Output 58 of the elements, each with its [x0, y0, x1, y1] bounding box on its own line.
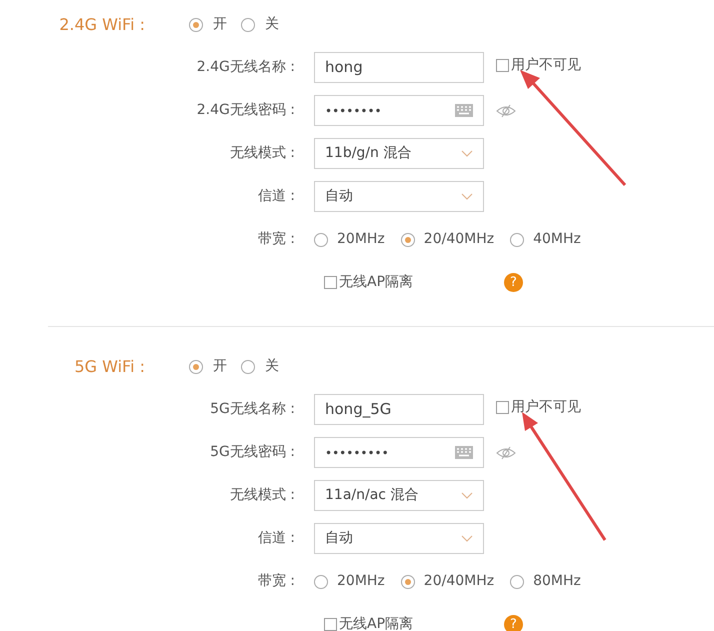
field-label: 带宽 : — [256, 230, 296, 249]
radio-button[interactable] — [241, 18, 255, 32]
checkbox-label: 无线AP隔离 — [339, 273, 414, 292]
radio-button[interactable] — [400, 574, 415, 588]
radio-label: 20MHz — [337, 230, 385, 249]
field-label: 无线模式 : — [228, 144, 296, 163]
checkbox-label: 用户不可见 — [511, 56, 581, 75]
password-value: •••••••• — [325, 102, 382, 120]
radio-button[interactable] — [510, 232, 524, 246]
field-label: 5G无线密码 : — [209, 443, 296, 462]
chevron-down-icon — [461, 535, 473, 542]
checkbox-label: 无线AP隔离 — [339, 615, 414, 631]
radio-label: 40MHz — [533, 230, 581, 249]
radio-button[interactable] — [314, 574, 328, 588]
checkbox[interactable] — [324, 276, 337, 289]
checkbox[interactable] — [496, 59, 509, 72]
password-field[interactable]: •••••••• — [314, 95, 484, 126]
text-field[interactable]: hong_5G — [314, 394, 484, 425]
checkbox-label: 用户不可见 — [511, 398, 581, 417]
field-label: 信道 : — [256, 529, 296, 548]
field-label: 带宽 : — [256, 572, 296, 591]
radio-button[interactable] — [314, 232, 328, 246]
password-field[interactable]: ••••••••• — [314, 437, 484, 468]
keyboard-icon — [455, 104, 473, 117]
text-field[interactable]: hong — [314, 52, 484, 83]
radio-button[interactable] — [400, 232, 415, 246]
radio-label: 关 — [265, 357, 279, 376]
field-label: 5G无线名称 : — [209, 400, 296, 419]
chevron-down-icon — [461, 492, 473, 499]
keyboard-icon — [455, 446, 473, 459]
select-dropdown[interactable]: 自动 — [314, 523, 484, 554]
section-title: 5G WiFi : — [73, 356, 145, 378]
radio-button[interactable] — [510, 574, 524, 588]
field-label: 2.4G无线密码 : — [196, 101, 296, 120]
radio-button[interactable] — [241, 360, 255, 374]
field-label: 无线模式 : — [228, 486, 296, 505]
section-title: 2.4G WiFi : — [58, 14, 145, 36]
field-label: 信道 : — [256, 187, 296, 206]
eye-slash-icon[interactable] — [496, 446, 516, 460]
select-dropdown[interactable]: 自动 — [314, 181, 484, 212]
radio-button[interactable] — [189, 18, 203, 32]
radio-label: 关 — [265, 15, 279, 34]
chevron-down-icon — [461, 193, 473, 200]
field-label: 2.4G无线名称 : — [196, 58, 296, 77]
chevron-down-icon — [461, 150, 473, 157]
radio-label: 20MHz — [337, 572, 385, 591]
radio-label: 20/40MHz — [424, 230, 494, 249]
password-value: ••••••••• — [325, 444, 389, 462]
eye-slash-icon[interactable] — [496, 104, 516, 118]
select-dropdown[interactable]: 11b/g/n 混合 — [314, 138, 484, 169]
radio-button[interactable] — [189, 360, 203, 374]
select-dropdown[interactable]: 11a/n/ac 混合 — [314, 480, 484, 511]
checkbox[interactable] — [324, 618, 337, 631]
radio-label: 80MHz — [533, 572, 581, 591]
radio-label: 开 — [213, 357, 227, 376]
checkbox[interactable] — [496, 401, 509, 414]
radio-label: 开 — [213, 15, 227, 34]
radio-label: 20/40MHz — [424, 572, 494, 591]
